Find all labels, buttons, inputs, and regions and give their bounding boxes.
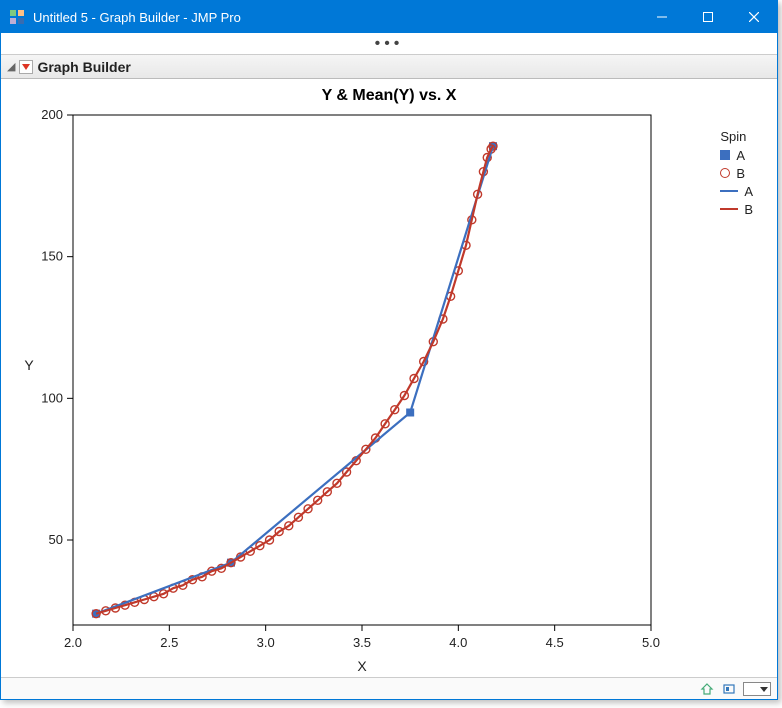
legend-title: Spin	[720, 129, 753, 144]
window-title: Untitled 5 - Graph Builder - JMP Pro	[33, 10, 639, 25]
legend-item-b-line[interactable]: B	[720, 200, 753, 218]
svg-text:50: 50	[49, 532, 63, 547]
svg-text:X: X	[357, 658, 367, 674]
svg-text:4.0: 4.0	[449, 635, 467, 650]
square-icon	[720, 150, 730, 160]
app-icon	[9, 9, 25, 25]
chart-content: Y & Mean(Y) vs. X 2.0 2.5 3.0 3.5 4.0 4.5 5.0 5…	[1, 79, 777, 677]
svg-text:3.5: 3.5	[353, 635, 371, 650]
svg-text:Y: Y	[24, 357, 34, 373]
red-triangle-menu-icon[interactable]	[19, 60, 33, 74]
disclosure-triangle-icon[interactable]: ◢	[7, 60, 15, 73]
svg-text:2.0: 2.0	[64, 635, 82, 650]
maximize-button[interactable]	[685, 1, 731, 33]
svg-text:100: 100	[41, 390, 63, 405]
panel-header[interactable]: ◢ Graph Builder	[1, 55, 777, 79]
svg-text:150: 150	[41, 249, 63, 264]
app-window: Untitled 5 - Graph Builder - JMP Pro •••…	[0, 0, 778, 700]
legend-item-a-line[interactable]: A	[720, 182, 753, 200]
close-button[interactable]	[731, 1, 777, 33]
line-icon	[720, 190, 738, 192]
toolbar-handle[interactable]: •••	[1, 33, 777, 55]
svg-text:3.0: 3.0	[257, 635, 275, 650]
minimize-button[interactable]	[639, 1, 685, 33]
legend-item-b-marker[interactable]: B	[720, 164, 753, 182]
chart-title: Y & Mean(Y) vs. X	[1, 87, 777, 105]
chart-plot[interactable]: 2.0 2.5 3.0 3.5 4.0 4.5 5.0 50 100 150 200 X Y	[1, 105, 761, 685]
legend[interactable]: Spin A B A B	[720, 129, 753, 218]
svg-text:200: 200	[41, 107, 63, 122]
svg-text:2.5: 2.5	[160, 635, 178, 650]
legend-item-a-marker[interactable]: A	[720, 146, 753, 164]
circle-icon	[720, 168, 730, 178]
svg-text:5.0: 5.0	[642, 635, 660, 650]
titlebar[interactable]: Untitled 5 - Graph Builder - JMP Pro	[1, 1, 777, 33]
panel-title: Graph Builder	[37, 59, 130, 75]
line-icon	[720, 208, 738, 210]
svg-text:4.5: 4.5	[546, 635, 564, 650]
